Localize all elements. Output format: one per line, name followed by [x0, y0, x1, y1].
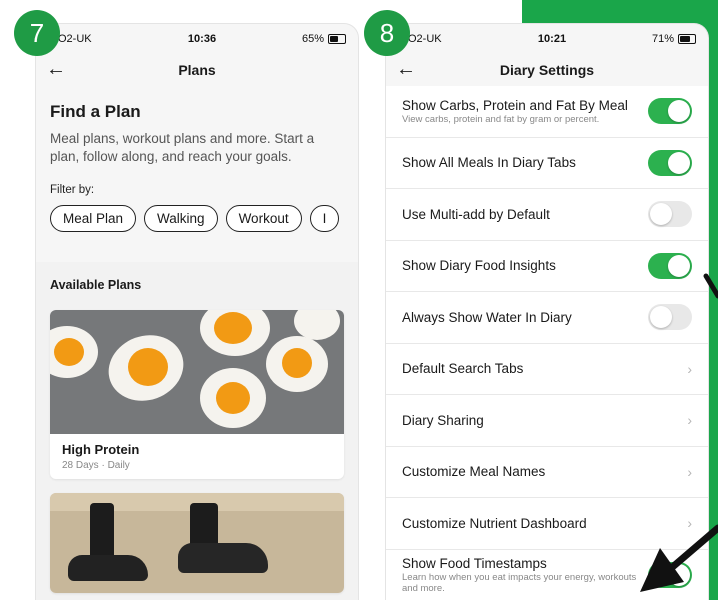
- card-subtitle: 28 Days · Daily: [62, 460, 130, 471]
- chevron-right-icon: ›: [687, 360, 692, 377]
- card-title: High Protein: [62, 442, 140, 457]
- toggle-switch[interactable]: [648, 201, 692, 228]
- nav-bar: ← Plans: [36, 54, 358, 87]
- available-plans-title: Available Plans: [50, 278, 142, 292]
- filter-label: Filter by:: [50, 184, 95, 196]
- back-arrow-icon[interactable]: ←: [396, 58, 416, 81]
- settings-row[interactable]: Show All Meals In Diary Tabs: [386, 138, 708, 189]
- clock: 10:21: [537, 33, 567, 45]
- toggle-switch[interactable]: [648, 304, 692, 331]
- toggle-knob: [650, 203, 672, 226]
- toggle-switch[interactable]: [648, 98, 692, 125]
- chevron-right-icon: ›: [687, 463, 692, 480]
- settings-row[interactable]: Customize Nutrient Dashboard ›: [386, 498, 708, 550]
- plans-screen: O2-UK 10:36 65% ← Plans Find a Plan Meal…: [36, 24, 358, 600]
- setting-label: Use Multi-add by Default: [402, 206, 550, 222]
- setting-label: Show All Meals In Diary Tabs: [402, 155, 576, 171]
- toggle-switch[interactable]: [648, 252, 692, 279]
- chip-workout[interactable]: Workout: [225, 205, 302, 232]
- step-badge-8: 8: [364, 10, 410, 56]
- setting-label: Diary Sharing: [402, 412, 484, 428]
- toggle-knob: [668, 563, 690, 586]
- battery-percent: 71%: [651, 33, 674, 45]
- setting-label: Show Diary Food Insights: [402, 258, 556, 274]
- page-title: Diary Settings: [499, 62, 595, 78]
- plan-card-walking[interactable]: [50, 493, 344, 593]
- settings-row[interactable]: Show Carbs, Protein and Fat By Meal View …: [386, 86, 708, 138]
- setting-label: Show Carbs, Protein and Fat By Meal: [402, 97, 628, 113]
- filter-chips: Meal Plan Walking Workout I: [50, 205, 344, 232]
- plan-card-high-protein[interactable]: High Protein 28 Days · Daily: [50, 310, 344, 479]
- toggle-knob: [668, 254, 690, 277]
- toggle-switch[interactable]: [648, 149, 692, 176]
- chip-meal-plan[interactable]: Meal Plan: [50, 205, 137, 232]
- toggle-knob: [668, 100, 690, 123]
- toggle-switch[interactable]: [648, 561, 692, 588]
- settings-row[interactable]: Diary Sharing ›: [386, 395, 708, 447]
- setting-hint: View carbs, protein and fat by gram or p…: [402, 113, 600, 125]
- toggle-knob: [650, 306, 672, 329]
- step-badge-7: 7: [14, 10, 60, 56]
- chip-more[interactable]: I: [309, 205, 340, 232]
- settings-row[interactable]: Always Show Water In Diary: [386, 292, 708, 344]
- settings-row[interactable]: Customize Meal Names ›: [386, 447, 708, 498]
- nav-bar: ← Diary Settings: [386, 54, 708, 87]
- battery-percent: 65%: [301, 33, 324, 45]
- chevron-right-icon: ›: [687, 412, 692, 429]
- status-bar: O2-UK 10:21 71%: [386, 24, 708, 54]
- carrier-label: O2-UK: [408, 33, 442, 45]
- diary-settings-screen: O2-UK 10:21 71% ← Diary Settings Show Ca…: [386, 24, 708, 600]
- clock: 10:36: [187, 33, 217, 45]
- chip-walking[interactable]: Walking: [144, 205, 218, 232]
- settings-row[interactable]: Show Diary Food Insights: [386, 241, 708, 292]
- section-title: Find a Plan: [50, 102, 141, 121]
- available-plans-section: Available Plans High Protein 28 Days · D…: [36, 262, 358, 600]
- settings-row[interactable]: Show Food Timestamps Learn how when you e…: [386, 550, 708, 600]
- carrier-label: O2-UK: [58, 33, 92, 45]
- chevron-right-icon: ›: [687, 515, 692, 532]
- settings-list: Show Carbs, Protein and Fat By Meal View …: [386, 86, 708, 600]
- setting-label: Always Show Water In Diary: [402, 309, 572, 325]
- battery-icon: [678, 34, 696, 44]
- section-description: Meal plans, workout plans and more. Star…: [50, 131, 315, 164]
- setting-label: Customize Nutrient Dashboard: [402, 515, 587, 531]
- page-title: Plans: [178, 62, 216, 78]
- status-bar: O2-UK 10:36 65%: [36, 24, 358, 54]
- settings-row[interactable]: Use Multi-add by Default: [386, 189, 708, 241]
- setting-label: Customize Meal Names: [402, 464, 546, 480]
- back-arrow-icon[interactable]: ←: [46, 58, 66, 81]
- settings-row[interactable]: Default Search Tabs ›: [386, 344, 708, 395]
- setting-label: Show Food Timestamps: [402, 555, 547, 571]
- find-plan-section: Find a Plan Meal plans, workout plans an…: [36, 86, 358, 258]
- battery-icon: [328, 34, 346, 44]
- setting-label: Default Search Tabs: [402, 361, 524, 377]
- toggle-knob: [668, 151, 690, 174]
- setting-hint: Learn how when you eat impacts your ener…: [402, 571, 637, 594]
- eggs-image: [50, 310, 344, 434]
- walking-shoes-image: [50, 493, 344, 593]
